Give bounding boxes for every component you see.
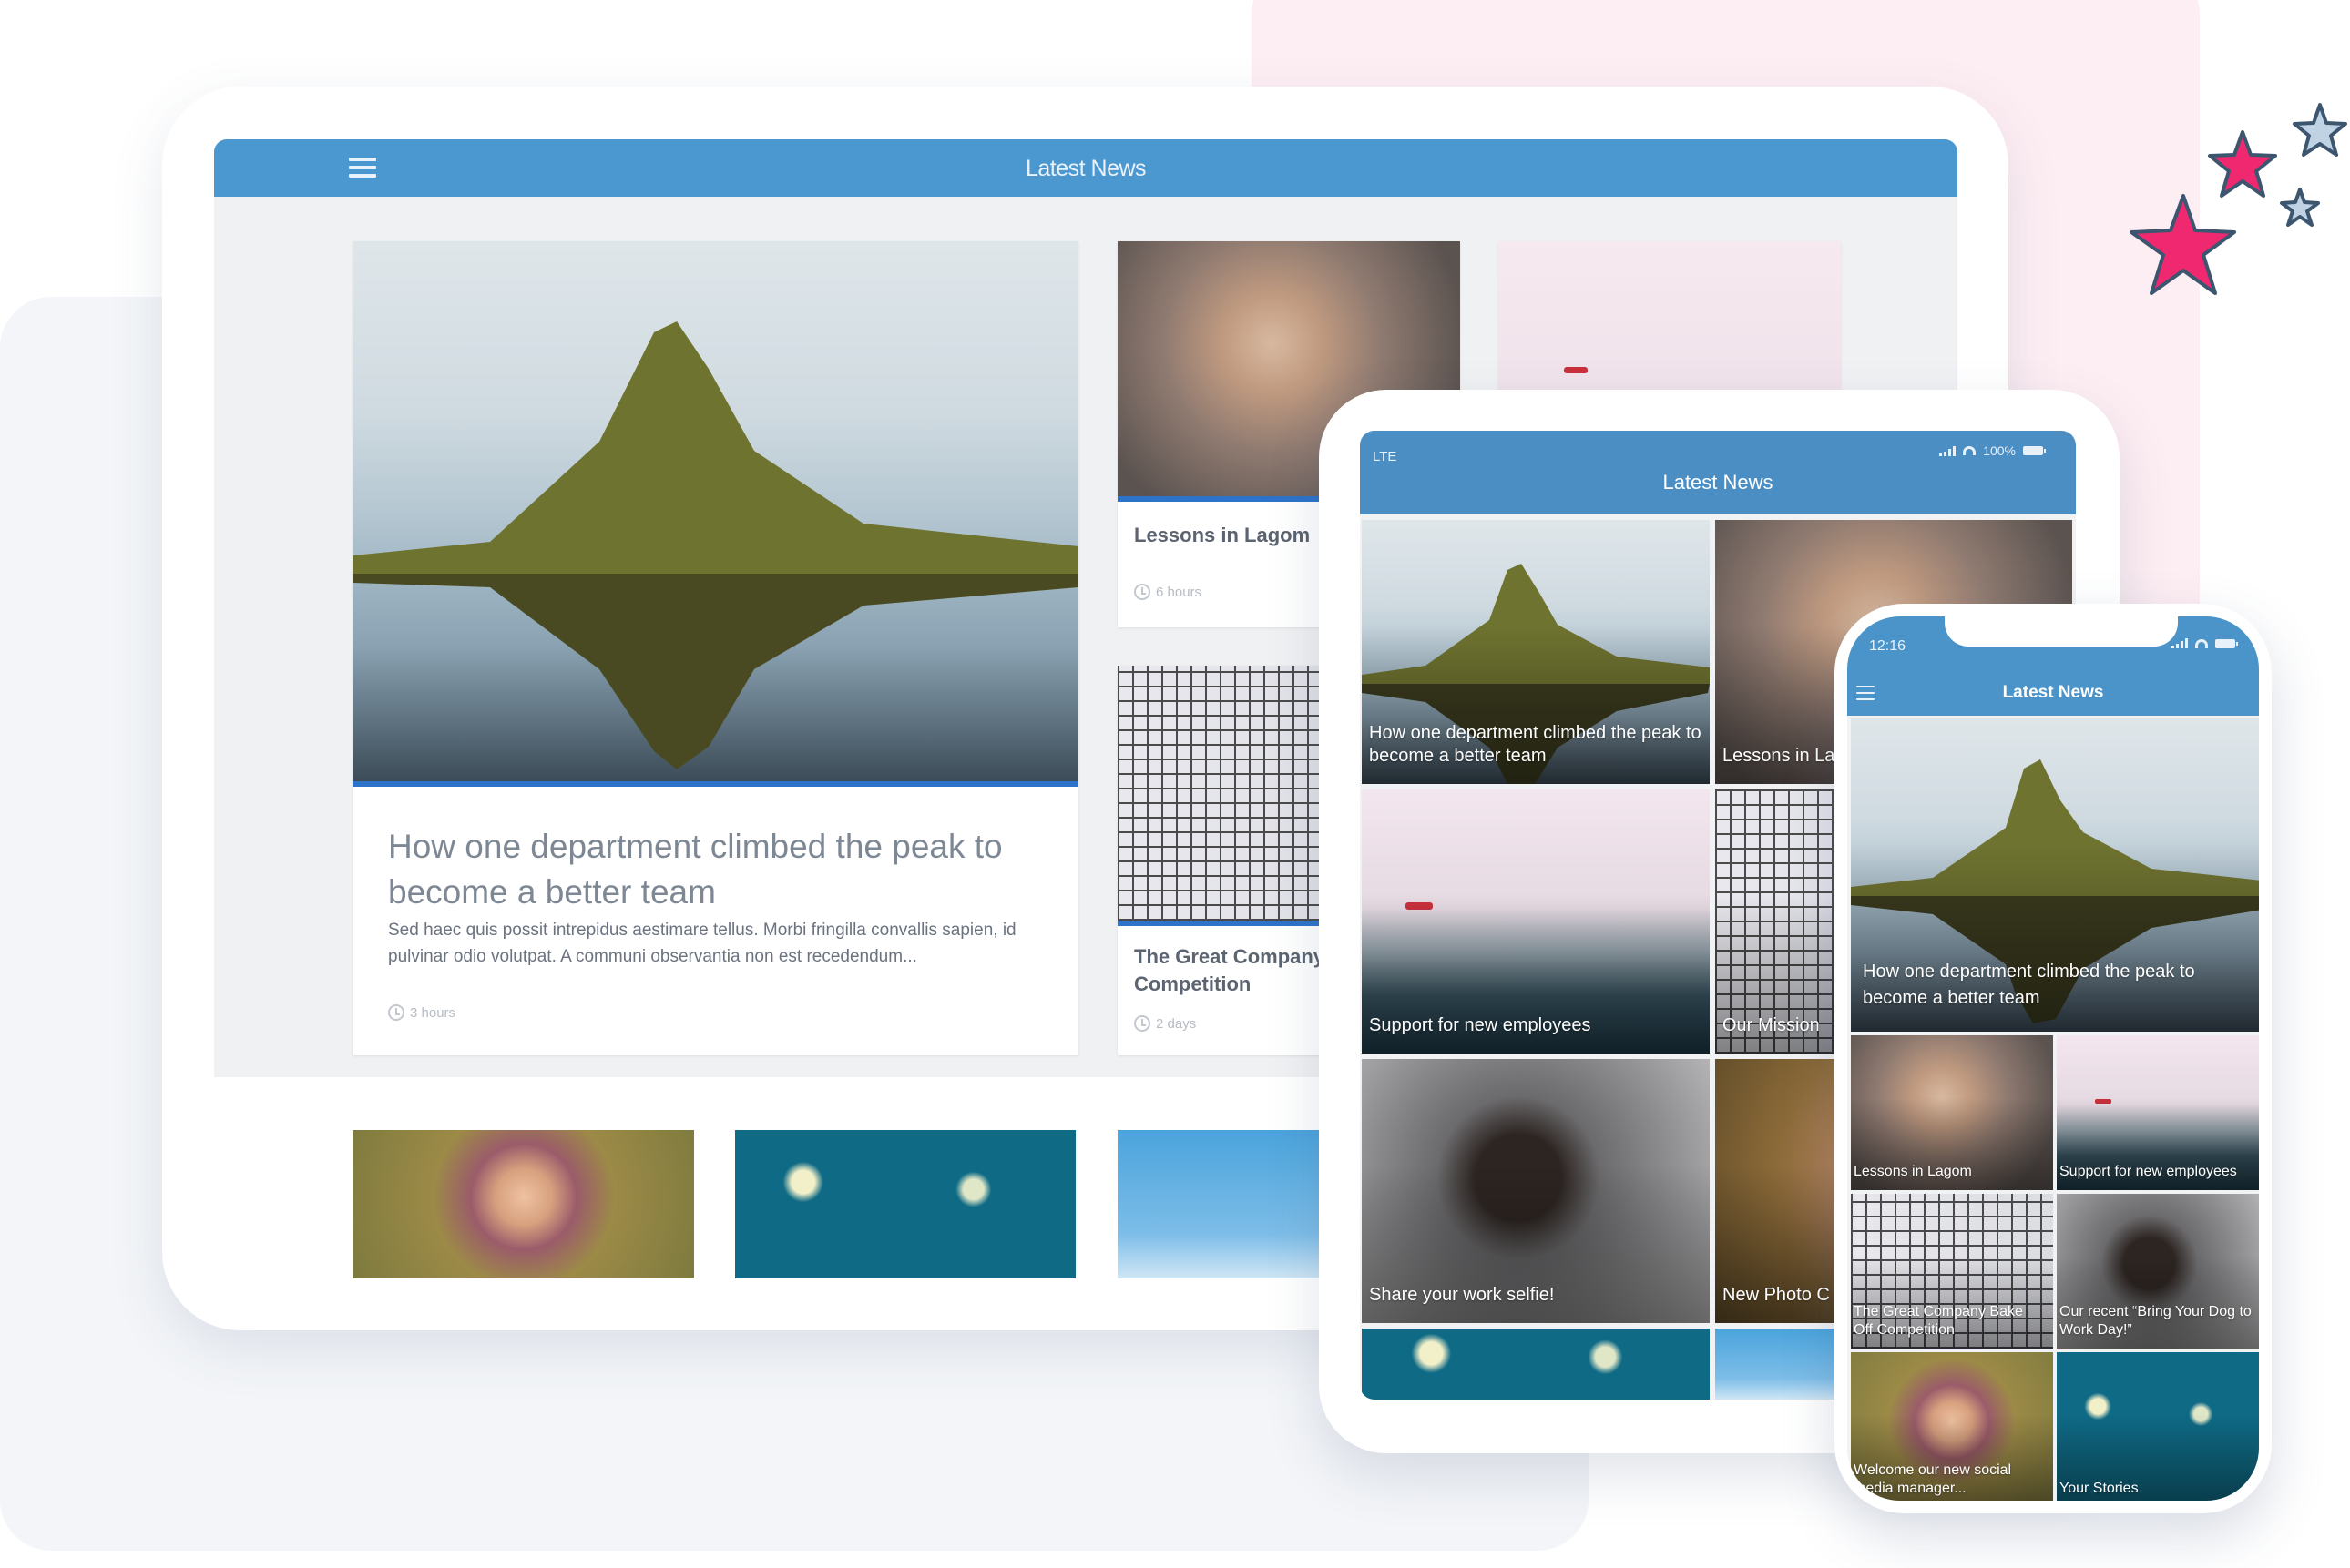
app-header: 12:16 Latest News	[1847, 616, 2259, 716]
featured-article-card[interactable]: How one department climbed the peak to b…	[353, 241, 1078, 1055]
news-tile[interactable]	[1362, 1329, 1710, 1400]
featured-time: 3 hours	[410, 1004, 456, 1021]
status-icons	[2171, 638, 2238, 648]
featured-image	[353, 241, 1078, 781]
wifi-icon	[1963, 446, 1977, 455]
app-header: LTE 100% Latest News	[1360, 431, 2076, 514]
decorative-stars	[2130, 103, 2347, 295]
battery-percent: 100%	[1983, 443, 2016, 458]
tile-caption: Share your work selfie!	[1369, 1285, 1555, 1305]
news-tile[interactable]: Support for new employees	[2057, 1035, 2259, 1190]
lower-tile[interactable]	[735, 1130, 1076, 1278]
star-icon	[2280, 188, 2320, 227]
news-tile[interactable]: The Great Company Bake Off Competition	[1851, 1194, 2053, 1349]
featured-timestamp: 3 hours	[388, 1004, 455, 1021]
header-title: Latest News	[1662, 471, 1773, 494]
status-icons: 100%	[1939, 443, 2046, 458]
featured-title[interactable]: How one department climbed the peak to b…	[388, 824, 1044, 915]
featured-excerpt: Sed haec quis possit intrepidus aestimar…	[388, 921, 1017, 966]
lower-tile[interactable]	[353, 1130, 694, 1278]
status-time: 12:16	[1869, 638, 1906, 654]
tile-caption: Welcome our new social media manager...	[1854, 1462, 2012, 1496]
news-tile[interactable]: Share your work selfie!	[1362, 1059, 1710, 1323]
helicopter-icon	[1564, 367, 1588, 373]
tile-caption: Your Stories	[2059, 1481, 2139, 1496]
header-title: Latest News	[2002, 683, 2104, 702]
news-tile[interactable]: How one department climbed the peak to b…	[1362, 520, 1710, 784]
star-icon	[2130, 194, 2236, 295]
clock-icon	[388, 1004, 404, 1021]
app-header: Latest News	[214, 139, 1957, 197]
article-time: 6 hours	[1156, 584, 1202, 600]
wifi-icon	[2195, 638, 2208, 648]
tile-caption: The Great Company Bake Off Competition	[1854, 1304, 2023, 1338]
clock-icon	[1134, 1015, 1150, 1032]
carrier-label: LTE	[1373, 449, 1397, 464]
article-timestamp: 2 days	[1134, 1015, 1196, 1032]
phone-device: 12:16 Latest News How one department cli…	[1834, 604, 2272, 1513]
phone-screen: 12:16 Latest News How one department cli…	[1847, 616, 2259, 1501]
news-tile[interactable]: Support for new employees	[1362, 789, 1710, 1054]
tile-caption: Our recent “Bring Your Dog to Work Day!”	[2059, 1304, 2252, 1338]
accent-bar	[353, 781, 1078, 787]
star-icon	[2293, 103, 2347, 157]
signal-icon	[2171, 638, 2188, 648]
news-tile[interactable]: Our recent “Bring Your Dog to Work Day!”	[2057, 1194, 2259, 1349]
battery-icon	[2023, 446, 2046, 455]
phone-notch	[1945, 616, 2178, 647]
article-time: 2 days	[1156, 1015, 1197, 1032]
tile-caption: Support for new employees	[1369, 1015, 1591, 1035]
hero-caption: How one department climbed the peak to b…	[1863, 962, 2195, 1008]
star-icon	[2208, 130, 2277, 198]
signal-icon	[1939, 445, 1957, 456]
hero-tile[interactable]: How one department climbed the peak to b…	[1851, 718, 2259, 1032]
tile-caption: Support for new employees	[2059, 1164, 2237, 1179]
article-timestamp: 6 hours	[1134, 584, 1201, 600]
news-tile[interactable]: Welcome our new social media manager...	[1851, 1352, 2053, 1501]
tile-caption: How one department climbed the peak to b…	[1369, 723, 1701, 766]
battery-icon	[2215, 638, 2238, 648]
clock-icon	[1134, 584, 1150, 600]
news-tile[interactable]: Lessons in Lagom	[1851, 1035, 2053, 1190]
header-title: Latest News	[1025, 156, 1147, 181]
tile-caption: Lessons in Lagom	[1854, 1164, 1972, 1179]
news-tile[interactable]: Your Stories	[2057, 1352, 2259, 1501]
